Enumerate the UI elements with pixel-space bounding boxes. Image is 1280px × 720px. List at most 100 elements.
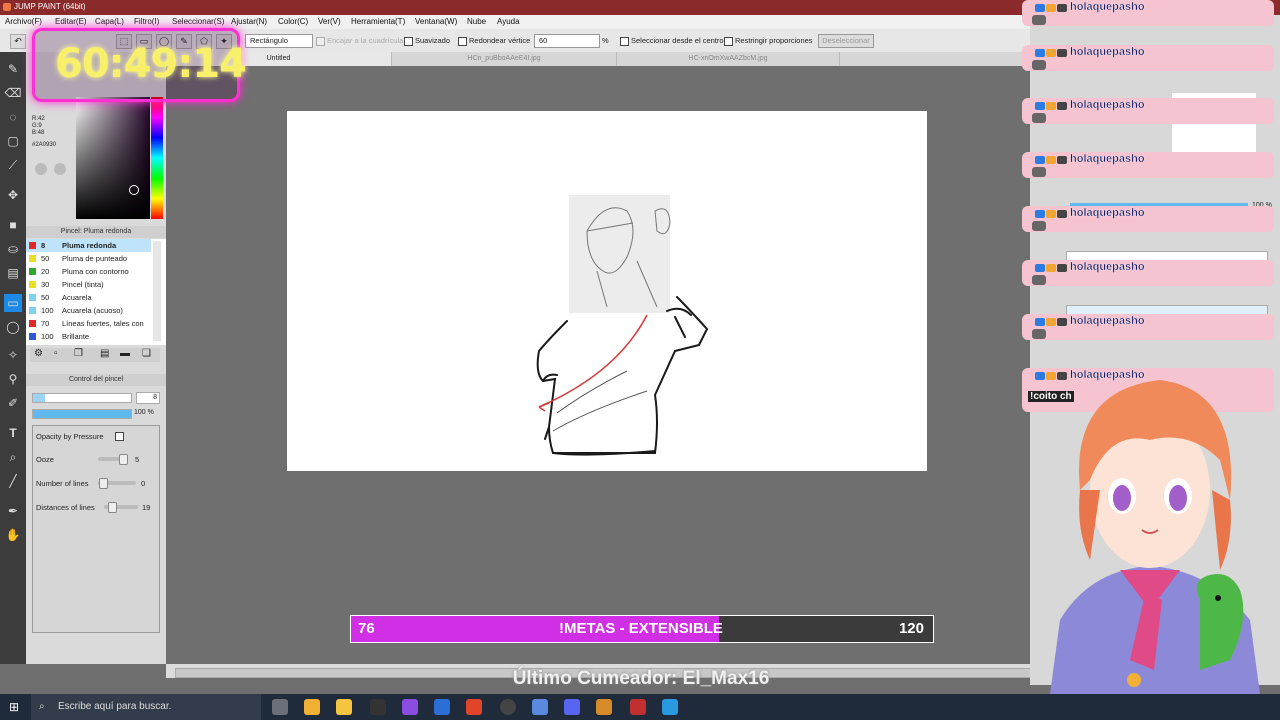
- round-vertex-checkbox[interactable]: [458, 37, 467, 46]
- brush-item[interactable]: 70 Líneas fuertes, tales con: [26, 317, 151, 330]
- mixer-icon[interactable]: [54, 163, 66, 175]
- number-of-lines-knob[interactable]: [99, 478, 108, 489]
- chat-badge-icon: [1035, 264, 1045, 272]
- tab-image-2[interactable]: HC-xnOmXwAAZbcM.jpg: [617, 52, 840, 66]
- brush-item[interactable]: 30 Pincel (tinta): [26, 278, 151, 291]
- color-picker-square[interactable]: [76, 97, 150, 219]
- drawing-canvas[interactable]: [287, 111, 927, 471]
- menu-filtro[interactable]: Filtro(I): [134, 17, 159, 26]
- import-brush-icon[interactable]: ▤: [100, 348, 109, 359]
- smooth-checkbox[interactable]: [404, 37, 413, 46]
- color-g-value: G:9: [32, 123, 42, 129]
- from-center-label: Seleccionar desde el centro: [631, 36, 724, 45]
- deselect-button[interactable]: Deseleccionar: [818, 34, 874, 48]
- app-icon-10[interactable]: [596, 699, 612, 715]
- brush-settings-icon[interactable]: ⚙: [34, 348, 43, 359]
- duplicate-icon[interactable]: ❏: [142, 348, 151, 359]
- app-icon-4[interactable]: [402, 699, 418, 715]
- from-center-checkbox[interactable]: [620, 37, 629, 46]
- snap-checkbox[interactable]: [316, 37, 325, 46]
- lasso-select-icon[interactable]: ◯: [4, 318, 22, 336]
- menu-ajustar[interactable]: Ajustar(N): [231, 17, 267, 26]
- chat-username: holaquepasho: [1070, 207, 1145, 219]
- app-icon-8[interactable]: [532, 699, 548, 715]
- pen-tool-icon[interactable]: ✎: [4, 60, 22, 78]
- brush-item[interactable]: 20 Pluma con contorno: [26, 265, 151, 278]
- brush-item[interactable]: 8 Pluma redonda: [26, 239, 151, 252]
- wand-tool-icon[interactable]: ✧: [4, 346, 22, 364]
- gradient-tool-icon[interactable]: ▤: [4, 264, 22, 282]
- menu-seleccionar[interactable]: Seleccionar(S): [172, 17, 224, 26]
- brush-color-swatch: [29, 307, 36, 314]
- left-panel: R:42 G:9 B:48 #2A0930 Pincel: Pluma redo…: [26, 52, 166, 664]
- store-icon[interactable]: [434, 699, 450, 715]
- chat-badge-icon: [1035, 49, 1045, 57]
- menu-capa[interactable]: Capa(L): [95, 17, 124, 26]
- brush-size-slider[interactable]: [32, 393, 132, 403]
- ooze-slider-knob[interactable]: [119, 454, 128, 465]
- chat-message: holaquepasho: [1022, 45, 1274, 71]
- distances-of-lines-knob[interactable]: [108, 502, 117, 513]
- pen-vector-icon[interactable]: ✒: [4, 502, 22, 520]
- windows-start-icon[interactable]: ⊞: [9, 700, 19, 714]
- color-picker-cursor[interactable]: [129, 185, 139, 195]
- restrict-proportions-checkbox[interactable]: [724, 37, 733, 46]
- round-vertex-label: Redondear vértice: [469, 36, 531, 45]
- chat-badge-icon: [1057, 264, 1067, 272]
- avatar-illustration: [1050, 380, 1260, 694]
- menu-ver[interactable]: Ver(V): [318, 17, 341, 26]
- rect-tool-icon[interactable]: ▢: [4, 132, 22, 150]
- zoom-tool-icon[interactable]: ⌕: [4, 448, 22, 466]
- menu-ayuda[interactable]: Ayuda: [497, 17, 520, 26]
- pencil-tool-icon[interactable]: ✐: [4, 394, 22, 412]
- tab-image-1[interactable]: HCn_puBboAAeE4I.jpg: [392, 52, 617, 66]
- chat-emote-icon: [1032, 113, 1046, 123]
- brush-size-value[interactable]: 8: [136, 392, 160, 404]
- eyedropper-tool-icon[interactable]: ⚲: [4, 370, 22, 388]
- brush-tool-icon[interactable]: ⟋: [4, 156, 22, 174]
- fill-tool-icon[interactable]: ■: [4, 216, 22, 234]
- app-icon-1[interactable]: [304, 699, 320, 715]
- select-tool-icon[interactable]: ▭: [4, 294, 22, 312]
- tool-strip: ✎ ⌫ ◌ ▢ ⟋ ✥ ■ ⛀ ▤ ▭ ◯ ✧ ⚲ ✐ T ⌕ ╱ ✒ ✋: [0, 52, 26, 664]
- hue-slider[interactable]: [151, 97, 163, 219]
- browser-icon[interactable]: [466, 699, 482, 715]
- brush-item[interactable]: 100 Brillante: [26, 330, 151, 343]
- text-tool-icon[interactable]: T: [4, 424, 22, 442]
- menu-color[interactable]: Color(C): [278, 17, 308, 26]
- taskview-icon[interactable]: [272, 699, 288, 715]
- menu-editar[interactable]: Editar(E): [55, 17, 87, 26]
- taskbar-search[interactable]: ⌕ Escribe aquí para buscar.: [31, 694, 261, 720]
- brush-item[interactable]: 50 Pluma de punteado: [26, 252, 151, 265]
- copy-brush-icon[interactable]: ❐: [74, 348, 83, 359]
- menu-ventana[interactable]: Ventana(W): [415, 17, 457, 26]
- brush-item[interactable]: 50 Acuarela: [26, 291, 151, 304]
- round-vertex-input[interactable]: 60: [534, 34, 600, 48]
- opacity-pressure-checkbox[interactable]: [115, 432, 124, 441]
- line-tool-icon[interactable]: ╱: [4, 472, 22, 490]
- app-icon-12[interactable]: [662, 699, 678, 715]
- move-tool-icon[interactable]: ✥: [4, 186, 22, 204]
- menu-nube[interactable]: Nube: [467, 17, 486, 26]
- brush-item[interactable]: 100 Acuarela (acuoso): [26, 304, 151, 317]
- folder-icon[interactable]: ▬: [120, 348, 130, 359]
- new-brush-icon[interactable]: ▫: [54, 348, 58, 359]
- jump-paint-icon[interactable]: [630, 699, 646, 715]
- menu-herramienta[interactable]: Herramienta(T): [351, 17, 405, 26]
- opacity-slider[interactable]: [32, 409, 132, 419]
- discord-icon[interactable]: [564, 699, 580, 715]
- undo-icon[interactable]: ↶: [10, 34, 26, 49]
- hand-tool-icon[interactable]: ✋: [4, 526, 22, 544]
- chat-badge-icon: [1035, 210, 1045, 218]
- lasso-tool-icon[interactable]: ◌: [4, 108, 22, 126]
- brush-list-scrollbar[interactable]: [153, 241, 161, 341]
- menu-archivo[interactable]: Archivo(F): [5, 17, 42, 26]
- palette-icon[interactable]: [35, 163, 47, 175]
- shape-select[interactable]: Rectángulo: [245, 34, 313, 48]
- bucket-tool-icon[interactable]: ⛀: [4, 240, 22, 258]
- app-icon-3[interactable]: [370, 699, 386, 715]
- eraser-tool-icon[interactable]: ⌫: [4, 84, 22, 102]
- file-explorer-icon[interactable]: [336, 699, 352, 715]
- obs-icon[interactable]: [500, 699, 516, 715]
- brush-size-fill: [33, 394, 45, 402]
